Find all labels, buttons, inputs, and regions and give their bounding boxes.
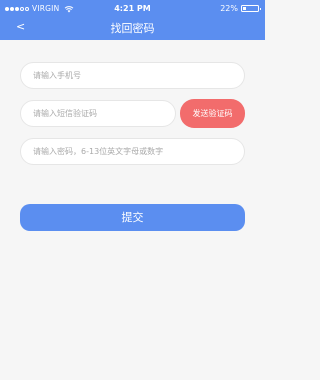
sms-code-input[interactable]: 请输入短信验证码 bbox=[20, 100, 176, 127]
send-code-button[interactable]: 发送验证码 bbox=[180, 99, 245, 128]
top-bar: VIRGIN 4:21 PM 22% < 找回密码 bbox=[0, 0, 265, 40]
nav-bar: < 找回密码 bbox=[0, 17, 265, 40]
phone-input[interactable]: 请输入手机号 bbox=[20, 62, 245, 89]
password-input[interactable]: 请输入密码，6-13位英文字母或数字 bbox=[20, 138, 245, 165]
page-title: 找回密码 bbox=[110, 22, 155, 35]
status-right: 22% bbox=[220, 0, 261, 17]
status-bar: VIRGIN 4:21 PM 22% bbox=[0, 0, 265, 17]
battery-percent: 22% bbox=[220, 4, 238, 13]
submit-button[interactable]: 提交 bbox=[20, 204, 245, 231]
battery-icon bbox=[241, 5, 261, 12]
